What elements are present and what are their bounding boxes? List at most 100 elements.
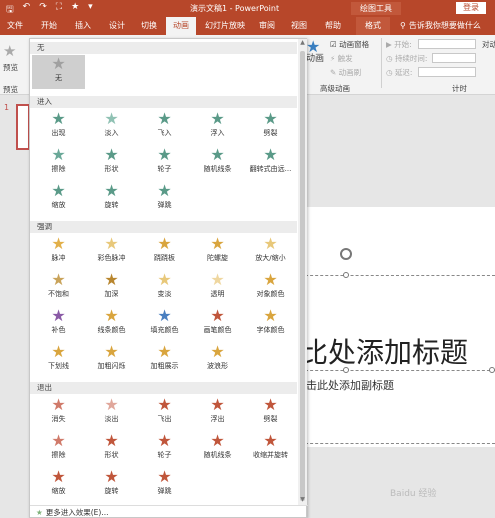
animation-effect-none-0[interactable]: ★ 无 <box>32 55 85 89</box>
effect-label: 劈裂 <box>263 415 278 423</box>
animation-effect-emphasis-6[interactable]: ★ 加深 <box>85 271 138 305</box>
animation-painter-button[interactable]: ✎ 动画刷 <box>330 67 361 78</box>
animation-effect-entrance-12[interactable]: ★ 弹跳 <box>138 182 191 216</box>
animation-effect-exit-6[interactable]: ★ 形状 <box>85 432 138 466</box>
animation-effect-entrance-1[interactable]: ★ 淡入 <box>85 110 138 144</box>
effect-label: 填充颜色 <box>150 326 179 334</box>
animation-effect-exit-9[interactable]: ★ 收缩并旋转 <box>244 432 297 466</box>
animation-effect-entrance-8[interactable]: ★ 随机线条 <box>191 146 244 180</box>
animation-effect-entrance-10[interactable]: ★ 缩放 <box>32 182 85 216</box>
advanced-animation-group-label: 高级动画 <box>320 84 350 93</box>
animation-effect-emphasis-18[interactable]: ★ 波浪形 <box>191 343 244 377</box>
delay-label: ◷ 延迟: <box>386 68 413 77</box>
animation-effect-emphasis-16[interactable]: ★ 加粗闪烁 <box>85 343 138 377</box>
animation-effect-entrance-11[interactable]: ★ 旋转 <box>85 182 138 216</box>
scroll-thumb[interactable] <box>300 51 305 501</box>
animation-effect-emphasis-3[interactable]: ★ 陀螺旋 <box>191 235 244 269</box>
animation-effect-entrance-5[interactable]: ★ 擦除 <box>32 146 85 180</box>
animation-effect-emphasis-15[interactable]: ★ 下划线 <box>32 343 85 377</box>
effect-star-icon: ★ <box>157 395 172 414</box>
animation-effect-entrance-9[interactable]: ★ 翻转式由远... <box>244 146 297 180</box>
effect-label: 缩放 <box>51 201 66 209</box>
tab-help[interactable]: 帮助 <box>320 17 346 35</box>
trigger-button[interactable]: ⚡ 触发 <box>330 53 353 64</box>
animation-effect-entrance-0[interactable]: ★ 出现 <box>32 110 85 144</box>
animation-effect-entrance-7[interactable]: ★ 轮子 <box>138 146 191 180</box>
animation-effect-exit-8[interactable]: ★ 随机线条 <box>191 432 244 466</box>
animation-effect-emphasis-10[interactable]: ★ 补色 <box>32 307 85 341</box>
animation-effect-emphasis-14[interactable]: ★ 字体颜色 <box>244 307 297 341</box>
animation-effect-exit-7[interactable]: ★ 轮子 <box>138 432 191 466</box>
add-animation-star-icon[interactable]: ★ <box>306 37 320 56</box>
watermark: Baidu 经验 <box>390 489 437 499</box>
effect-label: 彩色脉冲 <box>97 254 126 262</box>
animation-pane-button[interactable]: ☑ 动画窗格 <box>330 39 369 50</box>
redo-icon[interactable]: ↷ <box>39 2 47 18</box>
tab-view[interactable]: 视图 <box>286 17 312 35</box>
animation-effect-entrance-3[interactable]: ★ 浮入 <box>191 110 244 144</box>
animation-effect-emphasis-4[interactable]: ★ 放大/缩小 <box>244 235 297 269</box>
star-icon[interactable]: ★ <box>71 2 79 18</box>
tab-design[interactable]: 设计 <box>104 17 130 35</box>
animation-effect-emphasis-11[interactable]: ★ 线条颜色 <box>85 307 138 341</box>
animation-effect-emphasis-17[interactable]: ★ 加粗展示 <box>138 343 191 377</box>
animation-effect-emphasis-1[interactable]: ★ 彩色脉冲 <box>85 235 138 269</box>
scroll-down-icon[interactable]: ▼ <box>298 496 307 505</box>
effect-star-icon: ★ <box>104 234 119 253</box>
slide[interactable] <box>300 207 495 447</box>
animation-effect-emphasis-2[interactable]: ★ 跷跷板 <box>138 235 191 269</box>
tab-format[interactable]: 格式 <box>356 17 390 35</box>
animation-effect-exit-10[interactable]: ★ 缩放 <box>32 468 85 502</box>
reorder-label[interactable]: 对动 <box>482 39 495 50</box>
subtitle-placeholder-border <box>300 443 495 444</box>
tell-me-box[interactable]: ⚲ 告诉我你想要做什么 <box>400 17 481 35</box>
login-button[interactable]: 登录 <box>456 2 486 14</box>
tab-review[interactable]: 审阅 <box>254 17 280 35</box>
animation-effect-exit-12[interactable]: ★ 弹跳 <box>138 468 191 502</box>
slide-thumbnail[interactable] <box>16 104 30 150</box>
save-icon[interactable]: 🖫 <box>6 2 14 18</box>
animation-effect-emphasis-7[interactable]: ★ 变淡 <box>138 271 191 305</box>
slide-title[interactable]: 比处添加标题 <box>300 331 468 371</box>
resize-handle[interactable] <box>343 272 349 278</box>
animation-effect-exit-2[interactable]: ★ 飞出 <box>138 396 191 430</box>
tab-slideshow[interactable]: 幻灯片放映 <box>200 17 250 35</box>
animation-effect-emphasis-13[interactable]: ★ 画笔颜色 <box>191 307 244 341</box>
present-icon[interactable]: ⛶ <box>56 2 62 18</box>
undo-icon[interactable]: ↶ <box>23 2 31 18</box>
animation-effect-emphasis-8[interactable]: ★ 透明 <box>191 271 244 305</box>
tab-animations[interactable]: 动画 <box>166 17 196 35</box>
more-entrance-effects-link[interactable]: ★ 更多进入效果(E)... <box>30 505 308 518</box>
animation-effect-emphasis-5[interactable]: ★ 不饱和 <box>32 271 85 305</box>
animation-effect-entrance-4[interactable]: ★ 劈裂 <box>244 110 297 144</box>
animation-effect-exit-0[interactable]: ★ 消失 <box>32 396 85 430</box>
tab-file[interactable]: 文件 <box>2 17 28 35</box>
animation-effect-emphasis-0[interactable]: ★ 脉冲 <box>32 235 85 269</box>
animation-effect-exit-4[interactable]: ★ 劈裂 <box>244 396 297 430</box>
slide-subtitle[interactable]: 击此处添加副标题 <box>306 377 394 393</box>
rotate-handle[interactable] <box>340 248 352 260</box>
tab-transitions[interactable]: 切换 <box>136 17 162 35</box>
animation-effect-emphasis-12[interactable]: ★ 填充颜色 <box>138 307 191 341</box>
tab-home[interactable]: 开始 <box>36 17 62 35</box>
animation-effect-exit-3[interactable]: ★ 浮出 <box>191 396 244 430</box>
animation-effect-exit-5[interactable]: ★ 擦除 <box>32 432 85 466</box>
delay-input[interactable] <box>418 67 476 77</box>
scroll-up-icon[interactable]: ▲ <box>298 39 307 48</box>
effect-star-icon: ★ <box>157 181 172 200</box>
animation-effect-entrance-6[interactable]: ★ 形状 <box>85 146 138 180</box>
duration-input[interactable] <box>432 53 476 63</box>
animation-effect-emphasis-9[interactable]: ★ 对象颜色 <box>244 271 297 305</box>
animation-effect-entrance-2[interactable]: ★ 飞入 <box>138 110 191 144</box>
effect-label: 轮子 <box>157 165 172 173</box>
preview-button[interactable]: 预览 <box>3 62 18 73</box>
resize-handle[interactable] <box>489 367 495 373</box>
effect-label: 擦除 <box>51 165 66 173</box>
tab-insert[interactable]: 插入 <box>70 17 96 35</box>
preview-star-icon[interactable]: ★ <box>3 42 16 60</box>
start-dropdown[interactable] <box>418 39 476 49</box>
gallery-scrollbar[interactable]: ▲ ▼ <box>298 39 307 505</box>
animation-effect-exit-1[interactable]: ★ 淡出 <box>85 396 138 430</box>
animation-effect-exit-11[interactable]: ★ 旋转 <box>85 468 138 502</box>
customize-chevron-icon[interactable]: ▾ <box>88 2 93 18</box>
